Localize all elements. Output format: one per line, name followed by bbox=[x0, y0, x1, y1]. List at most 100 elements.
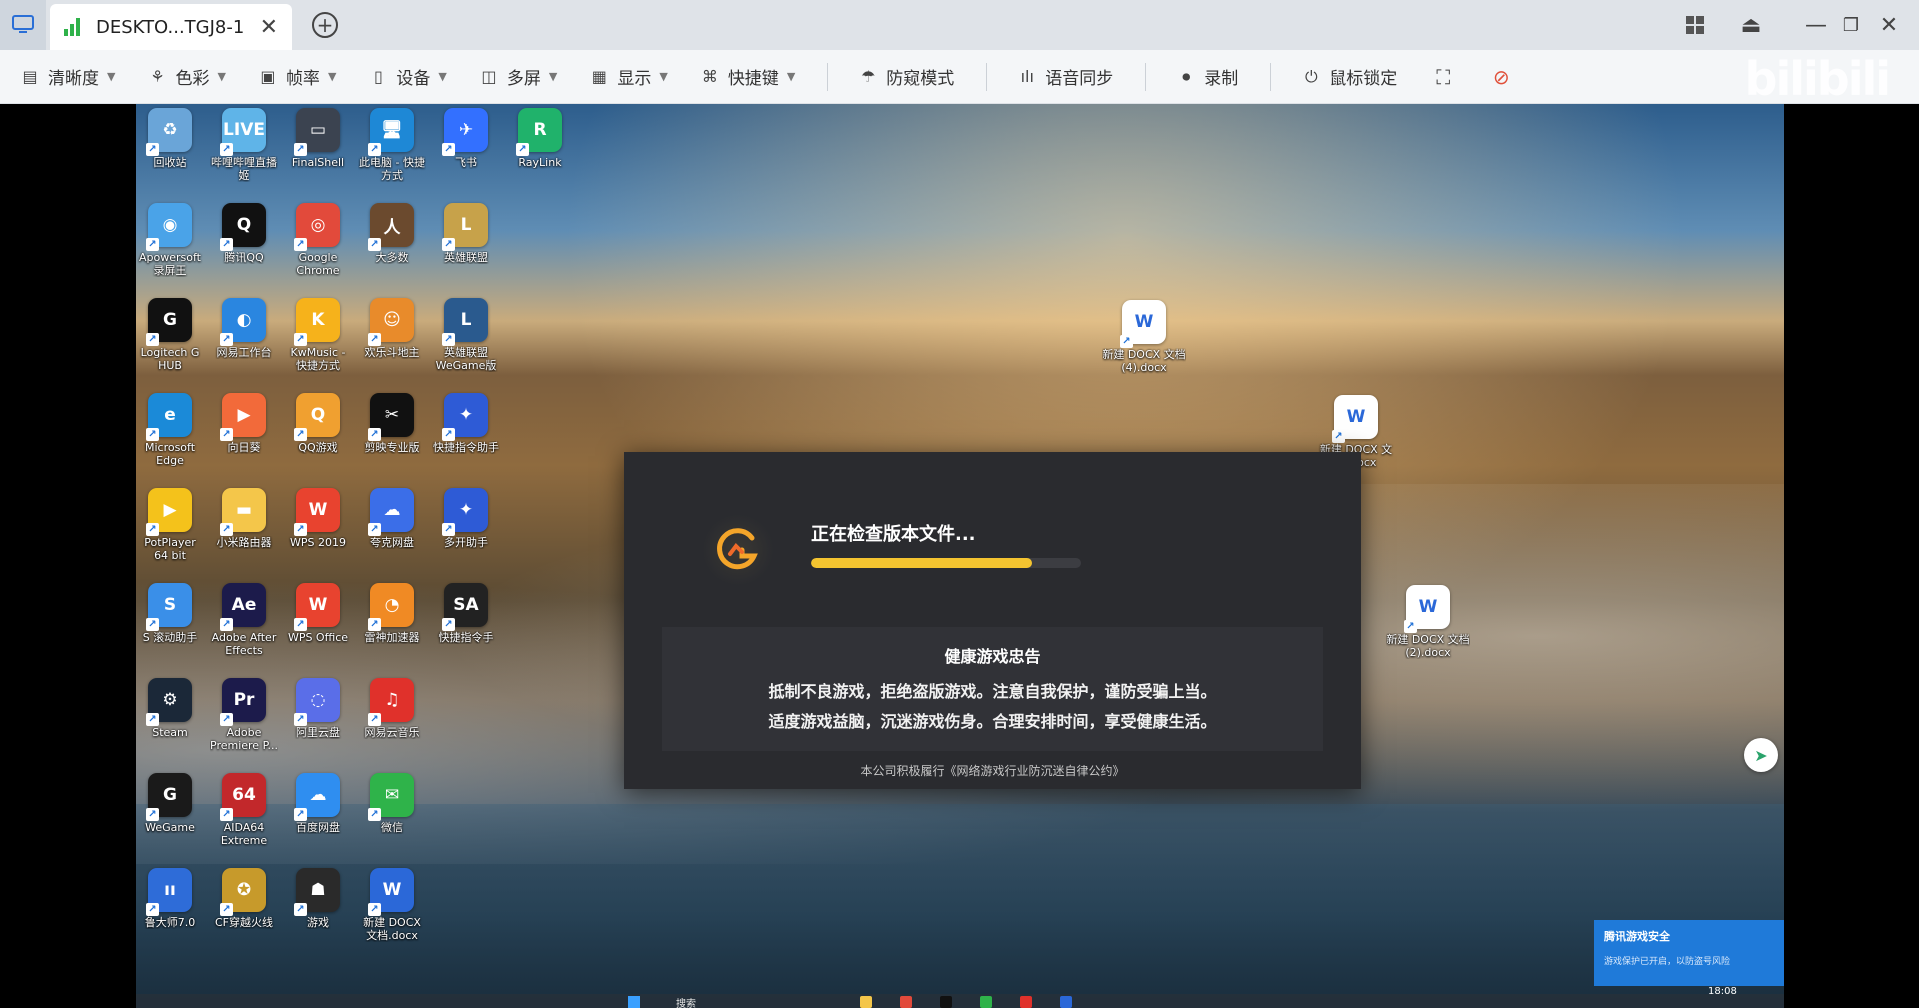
close-tab-icon[interactable]: ✕ bbox=[260, 15, 278, 40]
desktop-icon[interactable]: GWeGame bbox=[136, 773, 204, 834]
word-taskbar-icon[interactable] bbox=[1060, 996, 1072, 1008]
desktop-icon[interactable]: ▶PotPlayer 64 bit bbox=[136, 488, 204, 562]
app-icon: ♻ bbox=[146, 108, 192, 156]
remote-home-button[interactable] bbox=[0, 0, 46, 50]
desktop-icon[interactable]: QQQ游戏 bbox=[284, 393, 352, 454]
desktop-icon[interactable]: WWPS Office bbox=[284, 583, 352, 644]
app-icon: W bbox=[294, 488, 340, 536]
desktop-icon[interactable]: W新建 DOCX 文档.docx bbox=[358, 868, 426, 942]
color-menu[interactable]: ⚘ 色彩 ▼ bbox=[147, 50, 226, 104]
desktop-icon[interactable]: PrAdobe Premiere P... bbox=[210, 678, 278, 752]
word-doc-icon: W bbox=[1332, 395, 1378, 443]
chevron-down-icon: ▼ bbox=[659, 70, 668, 83]
monitor-icon bbox=[12, 15, 34, 33]
desktop-icon-label: Apowersoft录屏王 bbox=[139, 251, 201, 277]
desktop-icon[interactable]: L英雄联盟 bbox=[432, 203, 500, 264]
shortcut-menu[interactable]: ⌘ 快捷键 ▼ bbox=[700, 50, 795, 104]
multiscreen-menu[interactable]: ◫ 多屏 ▼ bbox=[479, 50, 557, 104]
privacy-mode-button[interactable]: ☂ 防窥模式 bbox=[858, 50, 954, 104]
clarity-menu[interactable]: ▤ 清晰度 ▼ bbox=[20, 50, 115, 104]
desktop-icon[interactable]: ▭FinalShell bbox=[284, 108, 352, 169]
file-explorer-icon[interactable] bbox=[860, 996, 872, 1008]
multiscreen-icon: ◫ bbox=[481, 67, 497, 86]
desktop-icon[interactable]: ◌阿里云盘 bbox=[284, 678, 352, 739]
desktop-icon-label: QQ游戏 bbox=[298, 441, 338, 454]
netease-music-taskbar-icon[interactable] bbox=[1020, 996, 1032, 1008]
desktop-icon-label: 网易工作台 bbox=[216, 346, 272, 359]
desktop-icon[interactable]: ✦多开助手 bbox=[432, 488, 500, 549]
desktop-icon[interactable]: ☁夸克网盘 bbox=[358, 488, 426, 549]
desktop-icon[interactable]: ♻回收站 bbox=[136, 108, 204, 169]
desktop-icon[interactable]: ▬小米路由器 bbox=[210, 488, 278, 549]
new-tab-button[interactable]: + bbox=[312, 12, 338, 38]
desktop-icon[interactable]: ☁百度网盘 bbox=[284, 773, 352, 834]
tab-remote-desktop[interactable]: DESKTO...TGJ8-1 ✕ bbox=[50, 4, 292, 50]
capcut-taskbar-icon[interactable] bbox=[940, 996, 952, 1008]
remote-desktop-view[interactable]: ♻回收站LIVE哔哩哔哩直播姬▭FinalShell🖥此电脑 - 快捷方式✈飞书… bbox=[136, 104, 1784, 1008]
app-icon: L bbox=[442, 298, 488, 346]
desktop-icon[interactable]: 🖥此电脑 - 快捷方式 bbox=[358, 108, 426, 182]
voice-sync-button[interactable]: ılı 语音同步 bbox=[1017, 50, 1114, 104]
desktop-icon[interactable]: ✪CF穿越火线 bbox=[210, 868, 278, 929]
desktop-icon[interactable]: SA快捷指令手 bbox=[432, 583, 500, 644]
app-icon: e bbox=[146, 393, 192, 441]
desktop-icon[interactable]: 人大多数 bbox=[358, 203, 426, 264]
desktop-icon[interactable]: ◎Google Chrome bbox=[284, 203, 352, 277]
desktop-icon[interactable]: ıı鲁大师7.0 bbox=[136, 868, 204, 929]
device-menu[interactable]: ▯ 设备 ▼ bbox=[368, 50, 447, 104]
app-icon: Pr bbox=[220, 678, 266, 726]
desktop-icon[interactable]: ☺欢乐斗地主 bbox=[358, 298, 426, 359]
desktop-file-docx-2[interactable]: W 新建 DOCX 文档 (2).docx bbox=[1386, 585, 1470, 659]
grid-icon[interactable] bbox=[1682, 10, 1708, 40]
display-menu[interactable]: ▦ 显示 ▼ bbox=[589, 50, 668, 104]
desktop-icon[interactable]: ♫网易云音乐 bbox=[358, 678, 426, 739]
quality-icon: ▤ bbox=[22, 67, 38, 86]
desktop-icon[interactable]: KKwMusic - 快捷方式 bbox=[284, 298, 352, 372]
app-icon: ◌ bbox=[294, 678, 340, 726]
desktop-icon[interactable]: RRayLink bbox=[506, 108, 574, 169]
fullscreen-icon[interactable]: ⛶ bbox=[1429, 63, 1457, 91]
desktop-icon-label: 网易云音乐 bbox=[364, 726, 420, 739]
desktop-icon[interactable]: ☗游戏 bbox=[284, 868, 352, 929]
desktop-icon[interactable]: ▶向日葵 bbox=[210, 393, 278, 454]
mouse-lock-label: 鼠标锁定 bbox=[1329, 69, 1398, 89]
desktop-icon[interactable]: 64AIDA64 Extreme bbox=[210, 773, 278, 847]
desktop-icon[interactable]: ✦快捷指令助手 bbox=[432, 393, 500, 454]
desktop-icon[interactable]: ⚙Steam bbox=[136, 678, 204, 739]
desktop-icon[interactable]: ✈飞书 bbox=[432, 108, 500, 169]
close-window-icon[interactable]: ✕ bbox=[1874, 10, 1904, 40]
windows-start-icon[interactable] bbox=[628, 996, 640, 1008]
taskbar-search[interactable]: 搜索 bbox=[676, 995, 696, 1008]
desktop-icon[interactable]: AeAdobe After Effects 2022 bbox=[210, 583, 278, 658]
framerate-icon: ▣ bbox=[260, 67, 276, 86]
app-icon: ▶ bbox=[146, 488, 192, 536]
minimize-icon[interactable]: — bbox=[1803, 10, 1829, 40]
desktop-icon[interactable]: WWPS 2019 bbox=[284, 488, 352, 549]
desktop-file-docx-4[interactable]: W 新建 DOCX 文档 (4).docx bbox=[1102, 300, 1186, 374]
record-button[interactable]: ⏺ 录制 bbox=[1176, 50, 1238, 104]
eject-icon[interactable]: ⏏ bbox=[1736, 10, 1766, 40]
chrome-taskbar-icon[interactable] bbox=[900, 996, 912, 1008]
wechat-taskbar-icon[interactable] bbox=[980, 996, 992, 1008]
app-icon: W bbox=[294, 583, 340, 631]
desktop-icon[interactable]: Q腾讯QQ bbox=[210, 203, 278, 264]
desktop-icon[interactable]: GLogitech G HUB bbox=[136, 298, 204, 372]
desktop-icon[interactable]: ✉微信 bbox=[358, 773, 426, 834]
desktop-icon[interactable]: ◔雷神加速器 bbox=[358, 583, 426, 644]
desktop-icon-label: 向日葵 bbox=[227, 441, 261, 454]
mouse-lock-button[interactable]: ⏻ 鼠标锁定 bbox=[1301, 50, 1397, 104]
desktop-icon[interactable]: ✂剪映专业版 bbox=[358, 393, 426, 454]
restore-icon[interactable]: ❐ bbox=[1838, 10, 1864, 40]
desktop-icon[interactable]: L英雄联盟WeGame版 bbox=[432, 298, 500, 372]
chevron-down-icon: ▼ bbox=[107, 70, 116, 83]
disconnect-icon[interactable]: ⊘ bbox=[1487, 63, 1515, 91]
desktop-icon[interactable]: ◐网易工作台 bbox=[210, 298, 278, 359]
desktop-icon[interactable]: eMicrosoft Edge bbox=[136, 393, 204, 467]
desktop-icon[interactable]: LIVE哔哩哔哩直播姬 bbox=[210, 108, 278, 182]
security-toast[interactable]: 腾讯游戏安全 游戏保护已开启，以防盗号风险 bbox=[1594, 920, 1784, 986]
desktop-icon[interactable]: ◉Apowersoft录屏王 bbox=[136, 203, 204, 277]
desktop-icon-label: FinalShell bbox=[291, 156, 345, 169]
desktop-icon[interactable]: SS 滚动助手 bbox=[136, 583, 204, 644]
raylink-float-icon[interactable]: ➤ bbox=[1744, 738, 1778, 772]
framerate-menu[interactable]: ▣ 帧率 ▼ bbox=[258, 50, 336, 104]
